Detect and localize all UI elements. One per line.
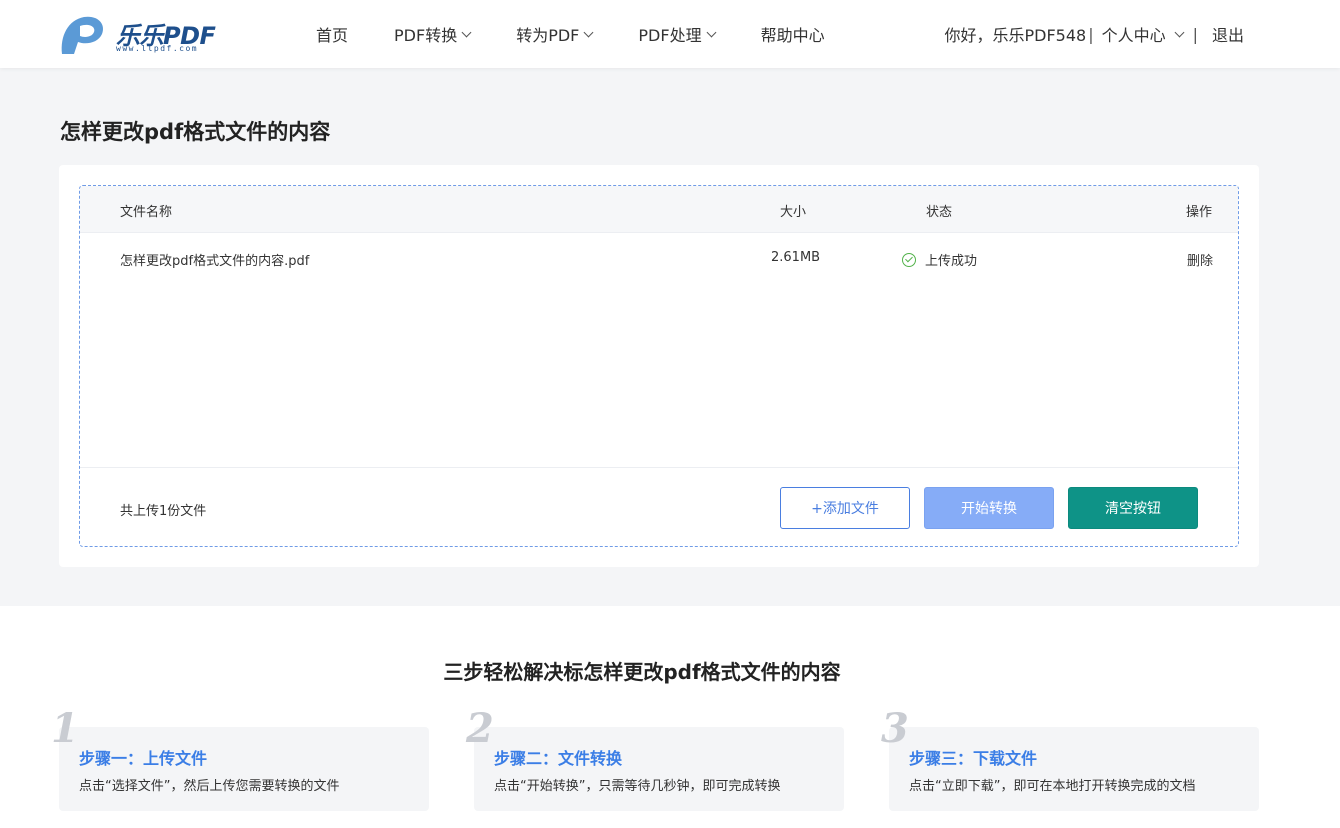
- separator: |: [1192, 24, 1198, 44]
- step-number: 2: [466, 705, 494, 752]
- step-description: 点击“立即下载”，即可在本地打开转换完成的文档: [909, 779, 1196, 794]
- site-logo[interactable]: Df 乐乐PDF www.llpdf.com: [58, 14, 228, 56]
- nav-to-pdf[interactable]: 转为PDF: [516, 22, 594, 46]
- upload-footer: 共上传1份文件 +添加文件 开始转换 清空按钮: [80, 467, 1238, 546]
- file-status: 上传成功: [902, 250, 977, 269]
- step-number: 1: [51, 705, 79, 752]
- steps-title: 三步轻松解决标怎样更改pdf格式文件的内容: [443, 660, 841, 684]
- upload-card: 文件名称 大小 状态 操作 怎样更改pdf格式文件的内容.pdf 2.61MB …: [59, 165, 1259, 567]
- chevron-down-icon: [461, 27, 472, 37]
- file-name: 怎样更改pdf格式文件的内容.pdf: [120, 254, 310, 269]
- nav-help[interactable]: 帮助中心: [761, 22, 825, 46]
- nav-help-label: 帮助中心: [760, 26, 825, 45]
- step-card-2: 2 步骤二：文件转换 点击“开始转换”，只需等待几秒钟，即可完成转换: [466, 705, 844, 811]
- user-greeting: 你好，乐乐PDF548: [944, 26, 1087, 45]
- step-description: 点击“选择文件”，然后上传您需要转换的文件: [79, 779, 340, 794]
- logo-url: www.llpdf.com: [116, 44, 199, 53]
- column-name-header: 文件名称: [120, 205, 173, 220]
- status-text: 上传成功: [925, 254, 978, 269]
- upload-dropzone[interactable]: 文件名称 大小 状态 操作 怎样更改pdf格式文件的内容.pdf 2.61MB …: [79, 185, 1239, 547]
- file-count: 共上传1份文件: [120, 504, 207, 519]
- pdf-logo-icon: Df: [61, 16, 104, 55]
- step-number: 3: [881, 705, 909, 752]
- chevron-down-icon: [706, 27, 717, 37]
- column-size-header: 大小: [780, 205, 807, 220]
- delete-link[interactable]: 删除: [1187, 250, 1213, 269]
- step-card-3: 3 步骤三：下载文件 点击“立即下载”，即可在本地打开转换完成的文档: [881, 705, 1259, 811]
- user-area: 你好，乐乐PDF548 | 个人中心 | 退出: [944, 0, 1244, 68]
- svg-text:Df: Df: [78, 42, 93, 55]
- clear-button[interactable]: 清空按钮: [1068, 487, 1198, 529]
- start-convert-button[interactable]: 开始转换: [924, 487, 1054, 529]
- separator: |: [1088, 24, 1094, 44]
- chevron-down-icon[interactable]: [1174, 27, 1185, 37]
- nav-to-pdf-label: 转为PDF: [516, 26, 580, 45]
- chevron-down-icon: [583, 27, 594, 37]
- step-description: 点击“开始转换”，只需等待几秒钟，即可完成转换: [494, 779, 781, 794]
- nav-home-label: 首页: [316, 26, 349, 45]
- step-card-1: 1 步骤一：上传文件 点击“选择文件”，然后上传您需要转换的文件: [51, 705, 429, 811]
- step-title: 步骤二：文件转换: [494, 749, 623, 768]
- check-circle-icon: [902, 252, 916, 267]
- page-title: 怎样更改pdf格式文件的内容: [60, 120, 331, 144]
- steps-section: 三步轻松解决标怎样更改pdf格式文件的内容 1 步骤一：上传文件 点击“选择文件…: [0, 606, 1340, 828]
- step-title: 步骤一：上传文件: [79, 749, 208, 768]
- top-header: Df 乐乐PDF www.llpdf.com 首页 PDF转换 转为PDF PD…: [0, 0, 1340, 68]
- nav-pdf-process-label: PDF处理: [638, 26, 702, 45]
- table-header: 文件名称 大小 状态 操作: [80, 186, 1238, 233]
- main-nav: 首页 PDF转换 转为PDF PDF处理 帮助中心: [316, 0, 871, 68]
- column-action-header: 操作: [1186, 205, 1213, 220]
- nav-home[interactable]: 首页: [316, 22, 348, 46]
- column-status-header: 状态: [926, 205, 953, 220]
- nav-pdf-convert[interactable]: PDF转换: [394, 22, 472, 46]
- logout-link[interactable]: 退出: [1212, 22, 1244, 46]
- step-title: 步骤三：下载文件: [909, 749, 1038, 768]
- file-size: 2.61MB: [771, 250, 821, 265]
- table-row: 怎样更改pdf格式文件的内容.pdf 2.61MB 上传成功 删除: [80, 233, 1238, 283]
- nav-pdf-convert-label: PDF转换: [394, 26, 458, 45]
- user-center-link[interactable]: 个人中心: [1102, 22, 1166, 46]
- add-file-button[interactable]: +添加文件: [780, 487, 910, 529]
- nav-pdf-process[interactable]: PDF处理: [638, 22, 717, 46]
